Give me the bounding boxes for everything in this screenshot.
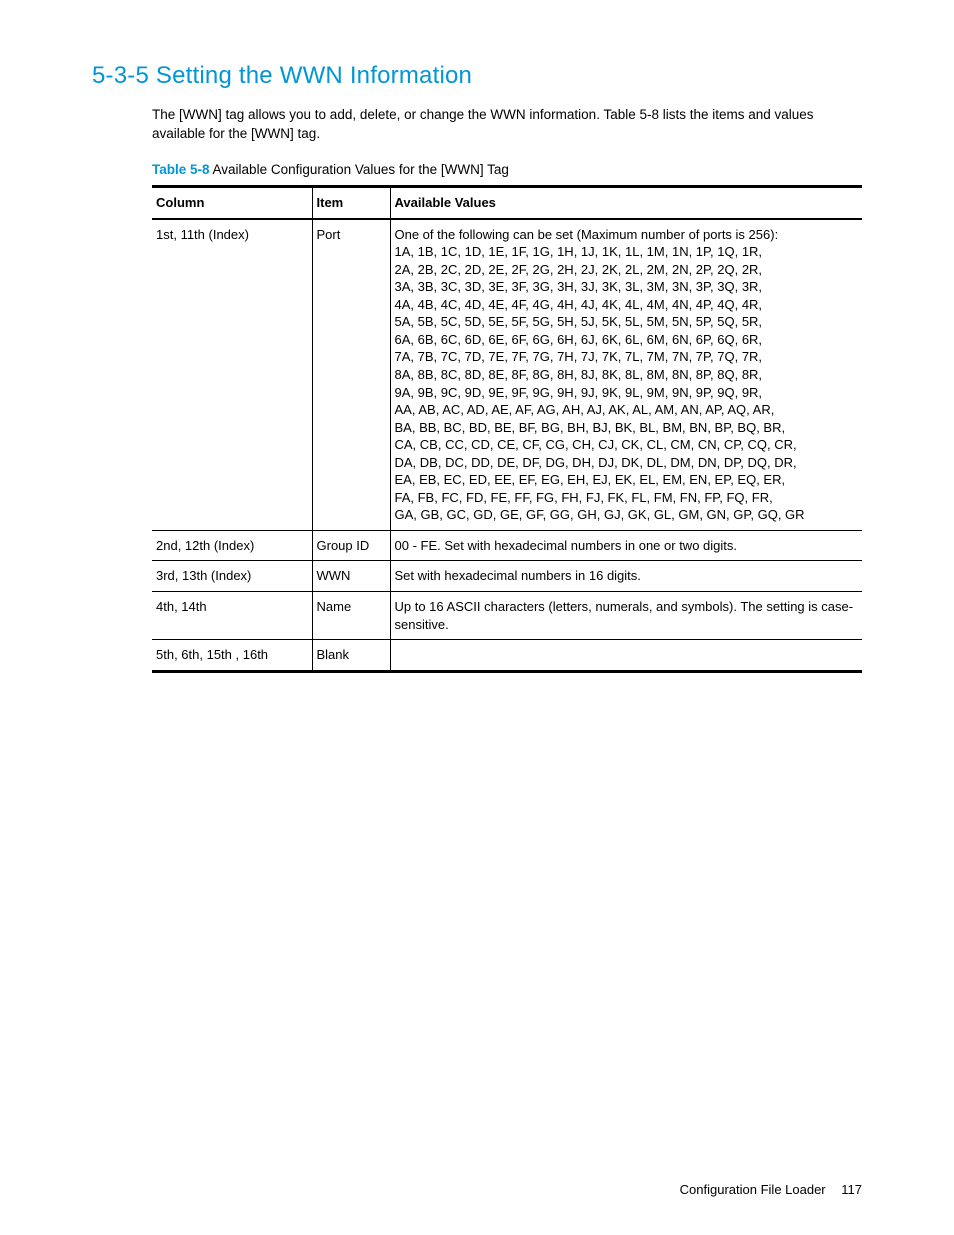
- table-header-row: Column Item Available Values: [152, 187, 862, 219]
- table-row: 5th, 6th, 15th , 16th Blank: [152, 640, 862, 672]
- intro-paragraph: The [WWN] tag allows you to add, delete,…: [152, 106, 862, 142]
- page-footer: Configuration File Loader 117: [680, 1181, 862, 1199]
- cell-item: Port: [312, 219, 390, 531]
- footer-title: Configuration File Loader: [680, 1182, 826, 1197]
- cell-item: Blank: [312, 640, 390, 672]
- cell-column: 3rd, 13th (Index): [152, 561, 312, 592]
- table-row: 3rd, 13th (Index) WWN Set with hexadecim…: [152, 561, 862, 592]
- table-caption-label: Table 5-8: [152, 162, 210, 177]
- config-values-table: Column Item Available Values 1st, 11th (…: [152, 185, 862, 673]
- cell-item: Group ID: [312, 530, 390, 561]
- cell-values: [390, 640, 862, 672]
- cell-column: 5th, 6th, 15th , 16th: [152, 640, 312, 672]
- table-caption-title: Available Configuration Values for the […: [210, 162, 509, 177]
- table-row: 4th, 14th Name Up to 16 ASCII characters…: [152, 591, 862, 639]
- cell-values: Set with hexadecimal numbers in 16 digit…: [390, 561, 862, 592]
- cell-item: WWN: [312, 561, 390, 592]
- table-row: 2nd, 12th (Index) Group ID 00 - FE. Set …: [152, 530, 862, 561]
- cell-column: 1st, 11th (Index): [152, 219, 312, 531]
- table-caption: Table 5-8 Available Configuration Values…: [152, 161, 862, 179]
- footer-page-number: 117: [841, 1182, 862, 1197]
- cell-values: One of the following can be set (Maximum…: [390, 219, 862, 531]
- section-heading: 5-3-5 Setting the WWN Information: [92, 60, 862, 92]
- cell-values: Up to 16 ASCII characters (letters, nume…: [390, 591, 862, 639]
- col-header-column: Column: [152, 187, 312, 219]
- table-row: 1st, 11th (Index) Port One of the follow…: [152, 219, 862, 531]
- cell-item: Name: [312, 591, 390, 639]
- cell-column: 4th, 14th: [152, 591, 312, 639]
- col-header-item: Item: [312, 187, 390, 219]
- cell-values: 00 - FE. Set with hexadecimal numbers in…: [390, 530, 862, 561]
- cell-column: 2nd, 12th (Index): [152, 530, 312, 561]
- col-header-values: Available Values: [390, 187, 862, 219]
